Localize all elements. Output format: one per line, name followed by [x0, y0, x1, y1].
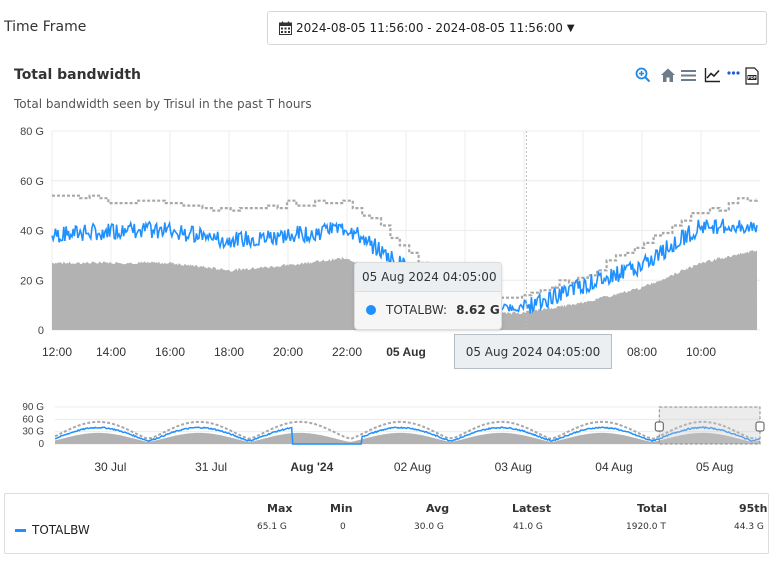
navigator-y-tick-label: 30 G — [22, 427, 44, 438]
legend-swatch — [15, 528, 26, 532]
main-x-tick-label: 08:00 — [627, 345, 657, 359]
navigator-x-tick-label: 03 Aug — [495, 460, 532, 474]
navigator-x-tick-label: 05 Aug — [696, 460, 733, 474]
main-x-tick-label: 16:00 — [155, 345, 185, 359]
main-x-tick-label: 14:00 — [96, 345, 126, 359]
header-max: Max — [267, 502, 293, 515]
main-x-tick-label: 22:00 — [332, 345, 362, 359]
header-total: Total — [637, 502, 668, 515]
legend-series-name: TOTALBW — [32, 523, 90, 537]
tooltip-time: 05 Aug 2024 04:05:00 — [355, 263, 501, 292]
series-stats-legend: Max Min Avg Latest Total 95th TOTALBW 65… — [4, 493, 769, 554]
navigator-handle-right[interactable] — [755, 421, 765, 432]
cell-total: 1920.0 T — [626, 522, 666, 532]
legend-series-totalbw[interactable]: TOTALBW — [15, 523, 90, 537]
crosshair-x-label: 05 Aug 2024 04:05:00 — [454, 334, 612, 369]
main-x-tick-label: 12:00 — [42, 345, 72, 359]
main-y-tick-label: 80 G — [20, 126, 44, 138]
header-95th: 95th — [739, 502, 768, 515]
tooltip-series-name: TOTALBW: — [386, 303, 448, 317]
navigator-y-ticks: 90 G60 G 30 G0 — [22, 402, 44, 450]
cell-95th: 44.3 G — [734, 522, 764, 532]
main-x-tick-label: 20:00 — [273, 345, 303, 359]
header-avg: Avg — [426, 502, 450, 515]
main-y-tick-label: 40 G — [20, 226, 44, 238]
cell-latest: 41.0 G — [513, 522, 543, 532]
main-x-tick-label: 05 Aug — [386, 345, 426, 359]
main-x-ticks: 12:00 14:00 16:00 18:00 20:00 22:00 05 Aug 08:0… — [42, 345, 716, 359]
cell-max: 65.1 G — [257, 522, 287, 532]
cell-min: 0 — [340, 522, 346, 532]
cell-avg: 30.0 G — [414, 522, 444, 532]
header-min: Min — [330, 502, 353, 515]
navigator-x-tick-label: 04 Aug — [595, 460, 632, 474]
tooltip-value: 8.62 G — [456, 303, 500, 317]
main-y-tick-label: 60 G — [20, 176, 44, 188]
navigator-x-ticks: 30 Jul 31 Jul Aug '24 02 Aug 03 Aug 04 Aug 05 … — [94, 460, 733, 474]
main-x-tick-label: 18:00 — [214, 345, 244, 359]
main-y-ticks: 80 G 60 G 40 G 20 G 0 — [20, 126, 44, 337]
main-y-tick-label: 0 — [38, 325, 44, 337]
navigator-y-tick-label: 90 G — [22, 402, 44, 413]
navigator-x-tick-label: 31 Jul — [195, 460, 227, 474]
navigator-x-tick-label: Aug '24 — [290, 460, 333, 474]
header-latest: Latest — [512, 502, 551, 515]
main-x-tick-label: 10:00 — [686, 345, 716, 359]
navigator-selection[interactable] — [658, 406, 761, 445]
chart-tooltip: 05 Aug 2024 04:05:00 TOTALBW: 8.62 G — [354, 262, 502, 330]
navigator-y-tick-label: 60 G — [22, 414, 44, 425]
navigator-handle-left[interactable] — [654, 421, 664, 432]
navigator-y-tick-label: 0 — [38, 439, 44, 450]
navigator-chart[interactable]: 90 G60 G 30 G0 30 Jul 31 Jul Aug '24 02 Aug 0… — [0, 398, 774, 478]
tooltip-series-dot — [366, 305, 376, 315]
navigator-x-tick-label: 30 Jul — [94, 460, 126, 474]
navigator-x-tick-label: 02 Aug — [394, 460, 431, 474]
main-y-tick-label: 20 G — [20, 275, 44, 287]
